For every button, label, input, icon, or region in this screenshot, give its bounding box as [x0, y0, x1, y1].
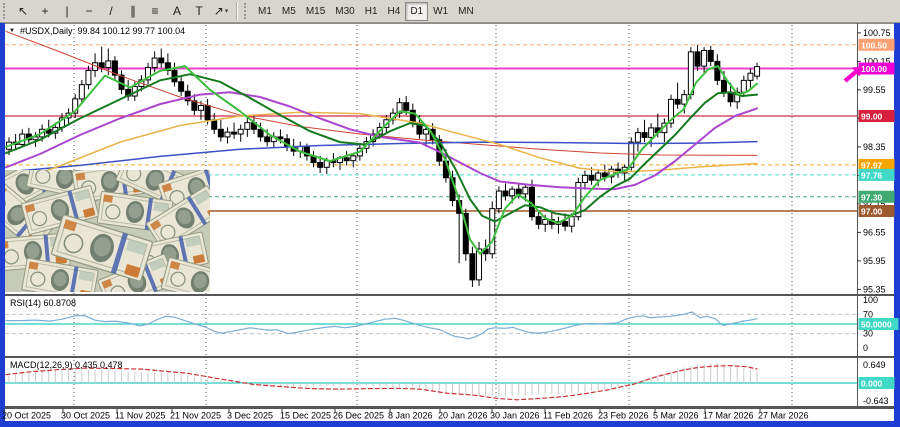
svg-text:15 Dec 2025: 15 Dec 2025 [280, 411, 331, 421]
svg-text:100.75: 100.75 [863, 28, 891, 38]
toolbar-grip2[interactable] [244, 3, 248, 19]
timeframe-M30-button[interactable]: M30 [330, 2, 359, 21]
chevron-down-icon: ▾ [225, 7, 229, 15]
svg-text:20 Jan 2026: 20 Jan 2026 [438, 411, 488, 421]
svg-text:99.55: 99.55 [863, 85, 886, 95]
symbol-name: #USDX,Daily [20, 26, 73, 36]
toolbar-separator [236, 2, 237, 20]
svg-text:0: 0 [863, 343, 868, 353]
svg-text:11 Nov 2025: 11 Nov 2025 [115, 411, 165, 421]
timeframe-W1-button[interactable]: W1 [428, 2, 453, 21]
svg-text:21 Nov 2025: 21 Nov 2025 [170, 411, 221, 421]
svg-text:96.55: 96.55 [863, 227, 886, 237]
svg-text:5 Mar 2026: 5 Mar 2026 [653, 411, 699, 421]
chart-title: ▼ #USDX,Daily 99.84 100.12 99.77 100.04 [9, 26, 185, 36]
svg-text:100: 100 [863, 295, 878, 305]
timeframe-H1-button[interactable]: H1 [360, 2, 383, 21]
time-axis: 20 Oct 2025 30 Oct 2025 11 Nov 2025 21 Nov … [2, 408, 894, 421]
timeframe-D1-button[interactable]: D1 [405, 2, 428, 21]
svg-text:30 Jan 2026: 30 Jan 2026 [490, 411, 540, 421]
drawing-tools-group: ↖+|−/∥≡AT↗▾ [12, 2, 232, 21]
timeframe-M5-button[interactable]: M5 [277, 2, 301, 21]
dollar-bills-photo [5, 170, 210, 292]
svg-text:30: 30 [863, 329, 873, 339]
svg-text:17 Mar 2026: 17 Mar 2026 [703, 411, 754, 421]
svg-text:11 Feb 2026: 11 Feb 2026 [543, 411, 593, 421]
toolbar-grip[interactable] [3, 3, 7, 19]
ohlc-values: 99.84 100.12 99.77 100.04 [77, 26, 185, 36]
svg-text:-0.643: -0.643 [863, 396, 889, 406]
svg-text:50.0000: 50.0000 [861, 320, 892, 330]
svg-text:8 Jan 2026: 8 Jan 2026 [388, 411, 433, 421]
rsi-indicator-label: RSI(14) 60.8708 [10, 298, 76, 308]
svg-text:97.30: 97.30 [861, 192, 883, 202]
chart-window: ↖+|−/∥≡AT↗▾ M1M5M15M30H1H4D1W1MN 100.75 1… [0, 0, 900, 427]
tool-cursor-button[interactable]: ↖ [12, 2, 34, 21]
svg-text:100.50: 100.50 [861, 40, 887, 50]
symbol-dropdown-icon[interactable]: ▼ [9, 28, 15, 34]
macd-indicator-label: MACD(12,26,9) 0,435 0,478 [10, 360, 123, 370]
tool-equidistant-channel-button[interactable]: ∥ [122, 2, 144, 21]
svg-text:27 Mar 2026: 27 Mar 2026 [758, 411, 809, 421]
timeframe-MN-button[interactable]: MN [453, 2, 479, 21]
toolbar: ↖+|−/∥≡AT↗▾ M1M5M15M30H1H4D1W1MN [0, 0, 900, 23]
svg-text:20 Oct 2025: 20 Oct 2025 [2, 411, 51, 421]
svg-text:70: 70 [863, 309, 873, 319]
svg-text:95.95: 95.95 [863, 256, 886, 266]
svg-text:0.649: 0.649 [863, 360, 886, 370]
timeframe-H4-button[interactable]: H4 [383, 2, 406, 21]
svg-text:0.000: 0.000 [861, 379, 883, 389]
svg-text:99.00: 99.00 [861, 112, 883, 122]
svg-text:23 Feb 2026: 23 Feb 2026 [598, 411, 649, 421]
tool-text-label-button[interactable]: T [188, 2, 210, 21]
tool-trendline-button[interactable]: / [100, 2, 122, 21]
tool-vertical-line-button[interactable]: | [56, 2, 78, 21]
tool-shapes-button[interactable]: ↗▾ [210, 2, 232, 21]
tool-crosshair-button[interactable]: + [34, 2, 56, 21]
svg-text:95.35: 95.35 [863, 284, 886, 294]
timeframe-M15-button[interactable]: M15 [301, 2, 330, 21]
tool-text-button[interactable]: A [166, 2, 188, 21]
tool-horizontal-line-button[interactable]: − [78, 2, 100, 21]
svg-text:97.76: 97.76 [861, 170, 883, 180]
tool-fibonacci-button[interactable]: ≡ [144, 2, 166, 21]
svg-text:98.35: 98.35 [863, 142, 886, 152]
svg-text:100.00: 100.00 [861, 64, 887, 74]
svg-text:30 Oct 2025: 30 Oct 2025 [61, 411, 110, 421]
svg-text:3 Dec 2025: 3 Dec 2025 [227, 411, 273, 421]
svg-text:97.00: 97.00 [861, 207, 883, 217]
timeframe-M1-button[interactable]: M1 [253, 2, 277, 21]
timeframes-group: M1M5M15M30H1H4D1W1MN [253, 2, 479, 21]
svg-text:26 Dec 2025: 26 Dec 2025 [333, 411, 384, 421]
